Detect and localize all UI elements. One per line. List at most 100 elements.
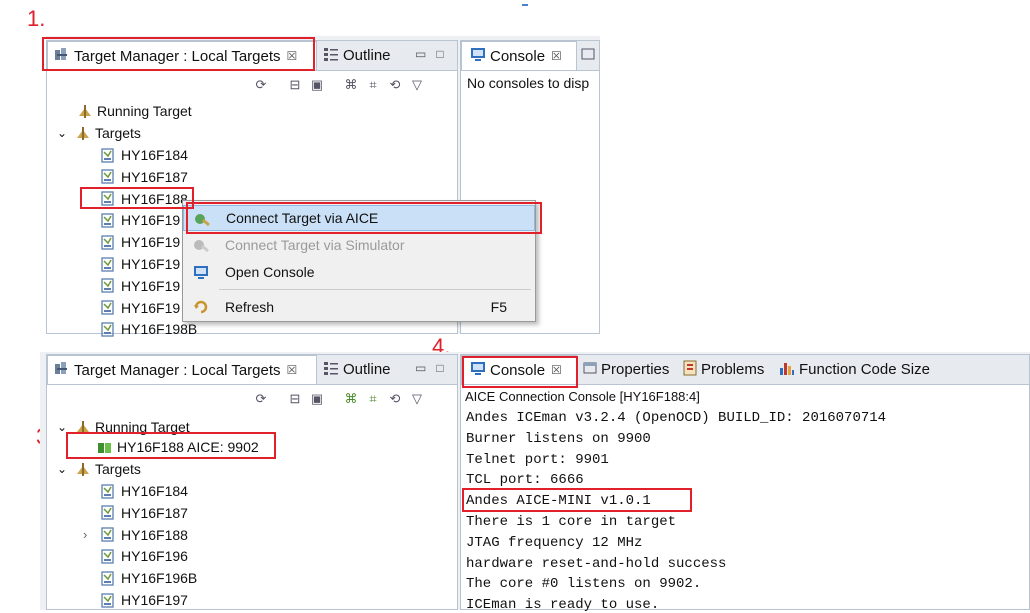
tree-target-item[interactable]: HY16F196B xyxy=(101,570,197,586)
view-menu-icon[interactable]: ▽ xyxy=(409,77,425,93)
tree-target-item[interactable]: HY16F19 xyxy=(101,256,180,272)
close-icon[interactable]: ☒ xyxy=(287,363,298,377)
sync-icon[interactable]: ⟲ xyxy=(387,391,403,407)
tree-target-item[interactable]: HY16F197 xyxy=(101,592,188,608)
tab-problems[interactable]: Problems xyxy=(683,355,775,384)
disconnect-icon[interactable]: ⌗ xyxy=(365,391,381,407)
target-device-icon xyxy=(101,169,115,184)
tab-target-manager[interactable]: Target Manager : Local Targets ☒ xyxy=(47,355,317,384)
target-manager-toolbar: ⟳ ⊟ ▣ ⌘ ⌗ ⟲ ▽ xyxy=(253,77,425,93)
tree-target-item[interactable]: HY16F19 xyxy=(101,300,180,316)
maximize-icon[interactable]: □ xyxy=(436,47,443,61)
collapse-all-icon[interactable]: ⊟ xyxy=(287,391,303,407)
link-icon[interactable]: ▣ xyxy=(309,77,325,93)
highlight-box-4 xyxy=(462,356,578,388)
tab-outline[interactable]: Outline xyxy=(323,355,403,384)
highlight-box-2 xyxy=(80,187,194,209)
target-manager-toolbar: ⟳ ⊟ ▣ ⌘ ⌗ ⟲ ▽ xyxy=(253,391,425,407)
tab-outline-label: Outline xyxy=(343,47,391,64)
tree-targets-folder[interactable]: ⌄ Targets xyxy=(57,461,141,477)
tree-target-item[interactable]: HY16F187 xyxy=(101,169,188,185)
minimize-icon[interactable]: ▭ xyxy=(415,47,426,61)
view-menu-icon[interactable]: ▽ xyxy=(409,391,425,407)
tree-label: Targets xyxy=(95,461,141,477)
tree-target-item[interactable]: HY16F198B xyxy=(101,321,197,337)
menu-item-open-console[interactable]: Open Console xyxy=(183,259,535,285)
tree-target-item[interactable]: HY16F19 xyxy=(101,234,180,250)
link-icon[interactable]: ▣ xyxy=(309,391,325,407)
chevron-right-icon[interactable]: › xyxy=(83,527,87,542)
running-target-icon xyxy=(77,104,91,119)
console-line: There is 1 core in target xyxy=(466,514,677,530)
tree-target-item[interactable]: HY16F196 xyxy=(101,548,188,564)
properties-icon xyxy=(583,361,597,379)
properties-icon xyxy=(581,47,595,65)
tree-label: HY16F187 xyxy=(121,504,188,521)
tab-properties[interactable] xyxy=(581,41,599,70)
collapse-all-icon[interactable]: ⊟ xyxy=(287,77,303,93)
connect-icon[interactable]: ⌘ xyxy=(343,391,359,407)
target-device-icon xyxy=(101,256,115,272)
menu-item-shortcut: F5 xyxy=(490,299,507,315)
step-label-1: 1. xyxy=(27,6,46,31)
tab-outline[interactable]: Outline xyxy=(323,41,403,70)
menu-item-connect-simulator[interactable]: Connect Target via Simulator xyxy=(183,232,535,258)
highlight-box-1 xyxy=(42,37,315,71)
menu-item-label: Open Console xyxy=(225,264,315,280)
connect-icon[interactable]: ⌘ xyxy=(343,77,359,93)
refresh-icon xyxy=(193,299,209,315)
tree-label: HY16F19 xyxy=(121,299,181,316)
tree-target-item[interactable]: › HY16F188 xyxy=(83,526,188,543)
tab-console[interactable]: Console ☒ xyxy=(461,41,577,70)
tree-targets-folder[interactable]: ⌄ Targets xyxy=(57,125,141,141)
tree-label: HY16F197 xyxy=(121,592,188,608)
target-device-icon xyxy=(101,505,115,520)
outline-icon xyxy=(323,360,339,380)
tree-label: HY16F19 xyxy=(121,256,181,272)
tab-properties[interactable]: Properties xyxy=(583,355,679,384)
console-line: TCL port: 6666 xyxy=(466,472,584,489)
tab-target-manager-label: Target Manager : Local Targets xyxy=(74,361,281,379)
tree-target-item[interactable]: HY16F184 xyxy=(101,147,188,163)
menu-item-refresh[interactable]: Refresh F5 xyxy=(183,294,535,320)
target-device-icon xyxy=(101,147,115,163)
target-device-icon xyxy=(101,549,115,564)
problems-icon xyxy=(683,360,697,380)
console-title: AICE Connection Console [HY16F188:4] xyxy=(465,389,700,404)
tree-target-item[interactable]: HY16F19 xyxy=(101,278,180,294)
tab-outline-label: Outline xyxy=(343,361,391,378)
targets-icon xyxy=(75,126,89,141)
console-line: ICEman is ready to use. xyxy=(466,597,660,613)
tree-label: HY16F188 xyxy=(121,526,188,543)
tab-function-code-size[interactable]: Function Code Size xyxy=(779,355,945,384)
tree-label: HY16F196B xyxy=(121,570,198,587)
chevron-down-icon[interactable]: ⌄ xyxy=(57,126,75,140)
disconnect-icon[interactable]: ⌗ xyxy=(365,77,381,93)
tree-label: HY16F184 xyxy=(121,147,188,163)
sync-icon[interactable]: ⟲ xyxy=(387,77,403,93)
menu-item-label: Connect Target via Simulator xyxy=(225,237,405,253)
target-device-icon xyxy=(101,483,115,499)
tree-label: HY16F198B xyxy=(121,321,198,338)
tree-target-item[interactable]: HY16F184 xyxy=(101,483,188,499)
close-icon[interactable]: ☒ xyxy=(551,49,562,63)
minimize-icon[interactable]: ▭ xyxy=(415,361,426,375)
console-icon xyxy=(193,264,209,280)
tree-running-target[interactable]: Running Target xyxy=(77,103,192,119)
refresh-icon[interactable]: ⟳ xyxy=(253,77,269,93)
target-device-icon xyxy=(101,213,115,228)
highlight-box-5 xyxy=(462,488,692,512)
tree-target-item[interactable]: HY16F19 xyxy=(101,212,180,228)
target-manager-icon xyxy=(54,360,70,380)
highlight-box-3 xyxy=(66,432,276,459)
chevron-down-icon[interactable]: ⌄ xyxy=(57,462,75,476)
refresh-icon[interactable]: ⟳ xyxy=(253,391,269,407)
tree-label: Targets xyxy=(95,125,141,141)
maximize-icon[interactable]: □ xyxy=(436,361,443,375)
tree-label: HY16F196 xyxy=(121,548,188,565)
target-device-icon xyxy=(101,278,115,293)
tab-problems-label: Problems xyxy=(701,361,765,378)
view-window-controls: ▭ □ xyxy=(415,361,444,375)
targets-icon xyxy=(75,462,89,477)
tree-target-item[interactable]: HY16F187 xyxy=(101,505,188,521)
